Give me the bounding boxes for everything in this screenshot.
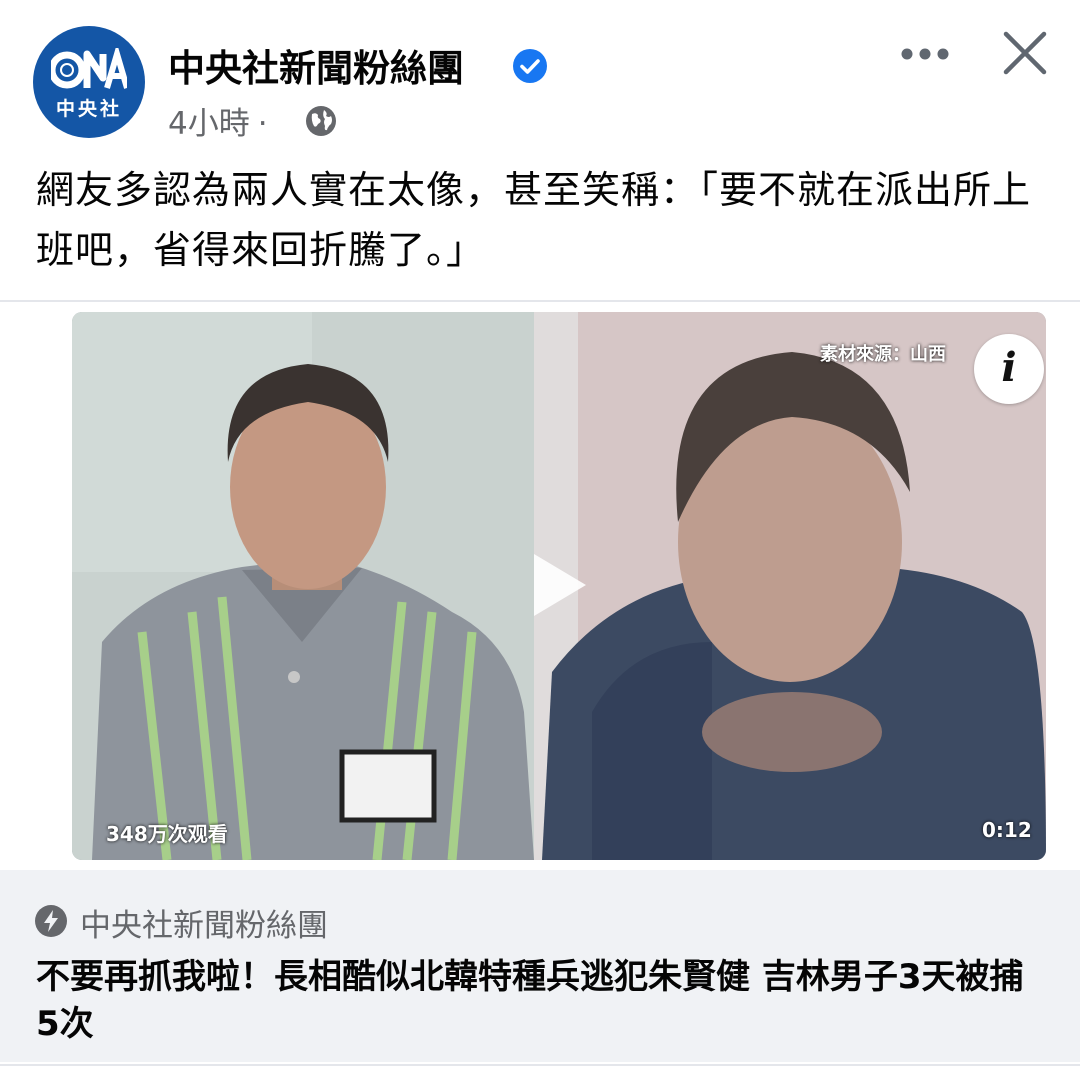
more-options-icon[interactable] xyxy=(900,42,950,66)
link-headline[interactable]: 不要再抓我啦！長相酷似北韓特種兵逃犯朱賢健 吉林男子3天被捕5次 xyxy=(36,954,1046,1048)
avatar-label: 中央社 xyxy=(55,98,122,120)
meta-separator: · xyxy=(257,106,268,142)
instant-article-bolt-icon xyxy=(35,905,67,937)
link-source-name: 中央社新聞粉絲團 xyxy=(80,908,328,944)
shared-video-card[interactable]: 素材來源：山西 i 348万次观看 0:12 中央社新聞粉絲團 不要再抓我啦！長… xyxy=(0,300,1080,1066)
post-header: 中央社 中央社新聞粉絲團 4小時 · xyxy=(0,0,1080,150)
info-button[interactable]: i xyxy=(974,334,1044,404)
post-meta: 4小時 · xyxy=(168,98,276,143)
post-timestamp[interactable]: 4小時 xyxy=(168,106,250,142)
page-name-link[interactable]: 中央社新聞粉絲團 xyxy=(168,38,464,92)
video-source-caption: 素材來源：山西 xyxy=(820,344,946,365)
link-preview[interactable]: 中央社新聞粉絲團 不要再抓我啦！長相酷似北韓特種兵逃犯朱賢健 吉林男子3天被捕5… xyxy=(0,870,1080,1062)
globe-icon xyxy=(306,106,336,136)
close-icon[interactable] xyxy=(1002,30,1048,76)
video-player[interactable]: 素材來源：山西 i 348万次观看 0:12 xyxy=(72,312,1046,860)
cna-logo xyxy=(51,48,127,89)
post-message: 網友多認為兩人實在太像，甚至笑稱：「要不就在派出所上班吧，省得來回折騰了。」 xyxy=(36,168,1032,272)
page-avatar[interactable]: 中央社 xyxy=(33,26,145,138)
info-icon: i xyxy=(1001,344,1017,391)
verified-badge-icon xyxy=(513,49,547,83)
view-count: 348万次观看 xyxy=(106,822,228,846)
video-duration: 0:12 xyxy=(982,818,1032,842)
play-icon[interactable] xyxy=(530,550,590,620)
